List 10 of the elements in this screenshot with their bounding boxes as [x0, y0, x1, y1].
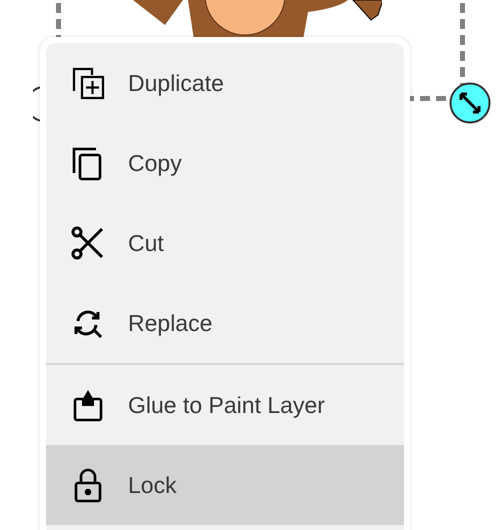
scissors-icon: [70, 225, 106, 261]
menu-item[interactable]: Glue to Paint Layer: [46, 365, 404, 445]
selection-outline: [56, 0, 61, 38]
resize-handle[interactable]: [449, 82, 491, 124]
menu-item[interactable]: Cut: [46, 203, 404, 283]
menu-item[interactable]: Duplicate: [46, 43, 404, 123]
menu-item[interactable]: Lock: [46, 445, 404, 525]
duplicate-icon: [70, 65, 106, 101]
menu-item[interactable]: Copy: [46, 123, 404, 203]
menu-item[interactable]: Replace: [46, 283, 404, 363]
